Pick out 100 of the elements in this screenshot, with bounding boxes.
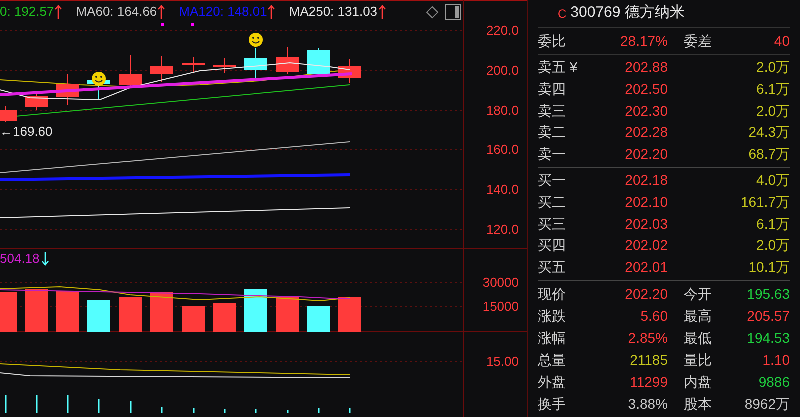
volume-bar bbox=[182, 306, 206, 332]
field-value: 9886 bbox=[758, 372, 790, 392]
field-label: 最高 bbox=[684, 306, 713, 326]
candlestick bbox=[338, 58, 362, 84]
field-value: 2.0万 bbox=[756, 58, 790, 78]
volume-axis-label: 30000 bbox=[482, 275, 519, 291]
indicator-tick bbox=[318, 408, 320, 413]
indicator-tick bbox=[255, 409, 257, 413]
field-label: 涨跌 bbox=[538, 306, 567, 326]
field-value: 202.18 bbox=[624, 171, 668, 190]
field-label: 卖五 ¥ bbox=[538, 58, 579, 78]
volume-bar bbox=[308, 306, 330, 332]
indicator-tick bbox=[224, 409, 226, 413]
field-value: 40 bbox=[773, 32, 790, 51]
field-value: 2.0万 bbox=[756, 236, 790, 256]
price-axis-label: 220.0 bbox=[486, 23, 519, 39]
signal-marker bbox=[161, 23, 164, 26]
field-label: 买一 bbox=[538, 171, 567, 190]
field-label: 买五 bbox=[538, 258, 567, 277]
field-label: 委比 bbox=[538, 32, 567, 51]
indicator-tick bbox=[98, 399, 100, 413]
indicator-tick bbox=[130, 401, 132, 413]
stock-title: 300769 德方纳米 bbox=[570, 3, 685, 24]
indicator-tick bbox=[5, 395, 7, 413]
field-label: 涨幅 bbox=[538, 328, 567, 348]
field-value: 202.20 bbox=[624, 284, 668, 304]
field-value: 1.10 bbox=[762, 350, 790, 370]
field-label: 量比 bbox=[684, 350, 713, 370]
indicator-tick bbox=[193, 408, 195, 413]
indicator-axis-label: 15.00 bbox=[486, 354, 519, 370]
volume-bar bbox=[0, 292, 18, 332]
down-arrow-icon bbox=[42, 252, 49, 266]
field-value: 202.20 bbox=[624, 144, 668, 164]
volume-bar bbox=[88, 300, 110, 332]
field-label: 卖三 bbox=[538, 102, 567, 121]
market-letter: C bbox=[558, 6, 567, 23]
field-value: 202.28 bbox=[624, 123, 668, 142]
price-marker: ←169.60 bbox=[0, 124, 53, 140]
moving-average-value: MA60: 164.66 bbox=[76, 3, 158, 21]
candlestick bbox=[150, 56, 174, 82]
indicator-tick bbox=[67, 395, 69, 413]
volume-bar bbox=[56, 291, 80, 332]
up-arrow-icon bbox=[55, 4, 62, 19]
price-axis-label: 160.0 bbox=[486, 142, 519, 158]
field-label: 股本 bbox=[684, 394, 713, 414]
diamond-icon bbox=[426, 6, 439, 19]
signal-marker bbox=[191, 23, 194, 26]
field-label: 内盘 bbox=[684, 372, 713, 392]
field-value: 2.85% bbox=[627, 328, 668, 348]
field-value: 24.3万 bbox=[748, 123, 790, 142]
volume-value: 504.18 bbox=[0, 251, 40, 267]
candlestick bbox=[244, 48, 268, 78]
field-value: 202.30 bbox=[624, 102, 668, 121]
field-label: 换手 bbox=[538, 394, 567, 414]
field-label: 现价 bbox=[538, 284, 567, 304]
volume-bar bbox=[120, 297, 142, 332]
candlestick bbox=[214, 58, 236, 74]
field-value: 6.1万 bbox=[756, 214, 790, 234]
field-label: 买四 bbox=[538, 236, 567, 256]
candlestick bbox=[182, 56, 206, 72]
price-axis-label: 140.0 bbox=[486, 182, 519, 198]
smiley-icon bbox=[249, 33, 263, 47]
field-value: 202.50 bbox=[624, 80, 668, 99]
field-label: 外盘 bbox=[538, 372, 567, 392]
moving-average-value: MA120: 148.01 bbox=[179, 3, 268, 21]
volume-bar bbox=[214, 303, 236, 332]
volume-bar bbox=[150, 292, 174, 332]
up-arrow-icon bbox=[378, 4, 386, 19]
indicator-tick bbox=[287, 410, 289, 413]
candlestick bbox=[120, 54, 142, 86]
indicator-tick bbox=[36, 395, 38, 413]
field-label: 卖一 bbox=[538, 144, 567, 164]
field-value: 28.17% bbox=[620, 32, 668, 51]
field-label: 卖二 bbox=[538, 123, 567, 142]
field-value: 161.7万 bbox=[740, 192, 790, 212]
volume-axis-label: 15000 bbox=[482, 299, 519, 315]
field-value: 68.7万 bbox=[748, 144, 790, 164]
moving-average-value: MA250: 131.03 bbox=[289, 3, 378, 21]
price-axis-label: 120.0 bbox=[486, 222, 519, 238]
candlestick bbox=[26, 94, 48, 110]
field-value: 202.03 bbox=[624, 214, 668, 234]
field-label: 买二 bbox=[538, 192, 567, 212]
field-value: 5.60 bbox=[640, 306, 668, 326]
indicator-tick bbox=[161, 407, 163, 413]
field-value: 6.1万 bbox=[756, 80, 790, 99]
candlestick bbox=[308, 48, 330, 76]
field-value: 202.01 bbox=[624, 258, 668, 277]
field-value: 205.57 bbox=[746, 306, 790, 326]
price-axis-label: 180.0 bbox=[486, 103, 519, 119]
volume-bar bbox=[276, 297, 300, 332]
field-label: 卖四 bbox=[538, 80, 567, 99]
field-value: 202.02 bbox=[624, 236, 668, 256]
field-value: 4.0万 bbox=[756, 171, 790, 190]
field-value: 2.0万 bbox=[756, 102, 790, 121]
up-arrow-icon bbox=[268, 4, 276, 19]
field-value: 202.88 bbox=[624, 58, 668, 78]
field-value: 3.88% bbox=[627, 394, 668, 414]
field-value: 10.1万 bbox=[748, 258, 790, 277]
panel-toggle-icon[interactable] bbox=[445, 4, 461, 20]
volume-bar bbox=[26, 289, 48, 332]
